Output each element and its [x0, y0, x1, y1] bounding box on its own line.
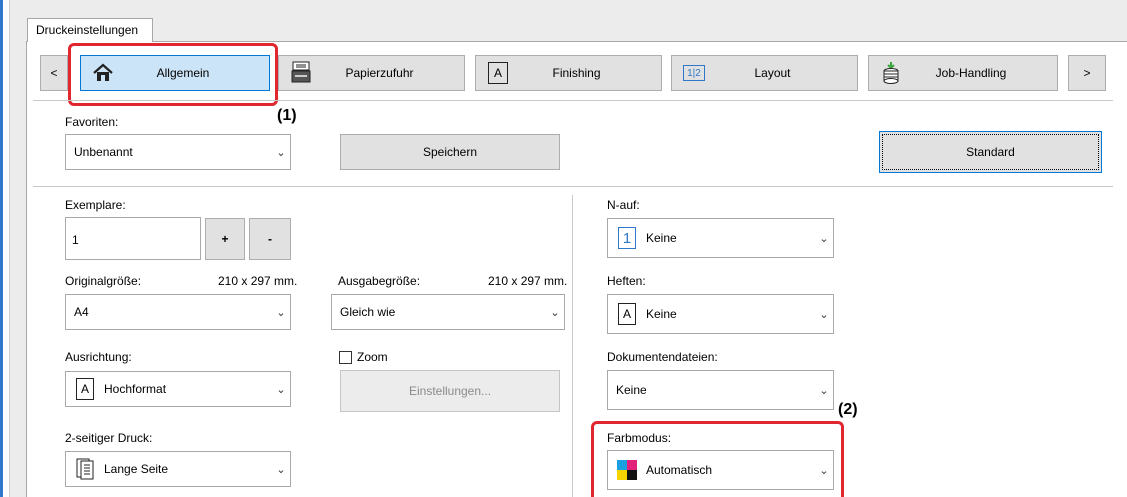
save-button[interactable]: Speichern: [340, 134, 560, 170]
chevron-down-icon: ⌄: [276, 306, 286, 319]
n-up-icon-glyph: 1: [618, 227, 636, 249]
output-size-label: Ausgabegröße:: [338, 274, 421, 288]
tab-finishing[interactable]: A Finishing: [475, 55, 662, 91]
copies-plus-label: +: [221, 232, 229, 246]
tab-druckeinstellungen[interactable]: Druckeinstellungen: [27, 18, 153, 42]
document-filing-value: Keine: [616, 383, 647, 397]
color-mode-value: Automatisch: [646, 463, 713, 477]
tab-layout[interactable]: 1|2 Layout: [671, 55, 858, 91]
copies-minus-button[interactable]: -: [249, 218, 291, 260]
chevron-down-icon: ⌄: [819, 232, 829, 245]
window-accent-stripe: [0, 0, 3, 497]
staple-select[interactable]: A Keine ⌄: [607, 294, 834, 334]
color-mode-select[interactable]: Automatisch ⌄: [607, 450, 834, 490]
nav-next-button[interactable]: >: [1068, 55, 1106, 91]
layout-icon: 1|2: [682, 61, 706, 85]
finishing-icon-glyph: A: [488, 62, 508, 84]
duplex-value: Lange Seite: [104, 462, 169, 476]
chevron-down-icon: ⌄: [819, 384, 829, 397]
favorites-value: Unbenannt: [74, 145, 133, 159]
color-mode-icon: [616, 459, 638, 481]
job-handling-icon: [879, 61, 903, 85]
separator-middle: [33, 186, 1113, 187]
callout-1: (1): [277, 107, 297, 124]
chevron-down-icon: ⌄: [819, 464, 829, 477]
chevron-down-icon: ⌄: [276, 463, 286, 476]
tab-papierzufuhr-label: Papierzufuhr: [345, 66, 414, 80]
copies-label: Exemplare:: [65, 198, 126, 212]
duplex-label: 2-seitiger Druck:: [65, 431, 153, 445]
nav-next-label: >: [1083, 66, 1091, 80]
output-size-select[interactable]: Gleich wie ⌄: [331, 294, 565, 330]
layout-icon-glyph: 1|2: [683, 65, 705, 81]
zoom-settings-label: Einstellungen...: [408, 384, 492, 398]
chevron-down-icon: ⌄: [276, 146, 286, 159]
zoom-label: Zoom: [357, 350, 388, 364]
chevron-down-icon: ⌄: [550, 306, 560, 319]
original-size-select[interactable]: A4 ⌄: [65, 294, 291, 330]
copies-minus-label: -: [268, 232, 272, 246]
finishing-icon: A: [486, 61, 510, 85]
staple-value: Keine: [646, 307, 677, 321]
tab-papierzufuhr[interactable]: Papierzufuhr: [278, 55, 465, 91]
favorites-select[interactable]: Unbenannt ⌄: [65, 134, 291, 170]
tab-finishing-label: Finishing: [552, 66, 601, 80]
copies-input[interactable]: 1: [65, 217, 201, 260]
separator-top: [33, 100, 1113, 101]
orientation-value: Hochformat: [104, 382, 167, 396]
tab-job-handling[interactable]: Job-Handling: [868, 55, 1058, 91]
zoom-checkbox[interactable]: [339, 351, 352, 364]
original-size-label: Originalgröße:: [65, 274, 142, 288]
duplex-select[interactable]: Lange Seite ⌄: [65, 451, 291, 487]
highlight-box-1: [68, 43, 278, 106]
settings-panel: [26, 41, 1127, 497]
nav-prev-button[interactable]: <: [40, 55, 68, 91]
n-up-value: Keine: [646, 231, 677, 245]
original-size-dims: 210 x 297 mm.: [218, 274, 298, 288]
n-up-select[interactable]: 1 Keine ⌄: [607, 218, 834, 258]
orientation-select[interactable]: A Hochformat ⌄: [65, 371, 291, 407]
paper-tray-icon: [289, 61, 313, 85]
copies-plus-button[interactable]: +: [205, 218, 245, 260]
document-filing-select[interactable]: Keine ⌄: [607, 370, 834, 410]
output-size-value: Gleich wie: [340, 305, 396, 319]
favorites-label: Favoriten:: [65, 115, 119, 129]
document-filing-label: Dokumentendateien:: [607, 350, 718, 364]
n-up-icon: 1: [616, 227, 638, 249]
callout-2: (2): [838, 401, 858, 418]
orientation-label: Ausrichtung:: [65, 350, 132, 364]
default-button-label: Standard: [966, 145, 1015, 159]
zoom-settings-button[interactable]: Einstellungen...: [340, 370, 560, 412]
default-button[interactable]: Standard: [879, 131, 1102, 173]
portrait-icon-glyph: A: [76, 378, 94, 400]
n-up-label: N-auf:: [607, 198, 640, 212]
staple-icon-glyph: A: [618, 303, 636, 325]
portrait-icon: A: [74, 378, 96, 400]
nav-prev-label: <: [50, 66, 58, 80]
chevron-down-icon: ⌄: [276, 383, 286, 396]
original-size-value: A4: [74, 305, 89, 319]
tab-layout-label: Layout: [754, 66, 791, 80]
save-button-label: Speichern: [422, 145, 478, 159]
staple-icon: A: [616, 303, 638, 325]
duplex-long-edge-icon: [74, 458, 96, 480]
column-divider: [572, 195, 573, 497]
chevron-down-icon: ⌄: [819, 308, 829, 321]
color-mode-label: Farbmodus:: [607, 431, 672, 445]
output-size-dims: 210 x 297 mm.: [488, 274, 568, 288]
tab-job-handling-label: Job-Handling: [935, 66, 1007, 80]
staple-label: Heften:: [607, 274, 646, 288]
